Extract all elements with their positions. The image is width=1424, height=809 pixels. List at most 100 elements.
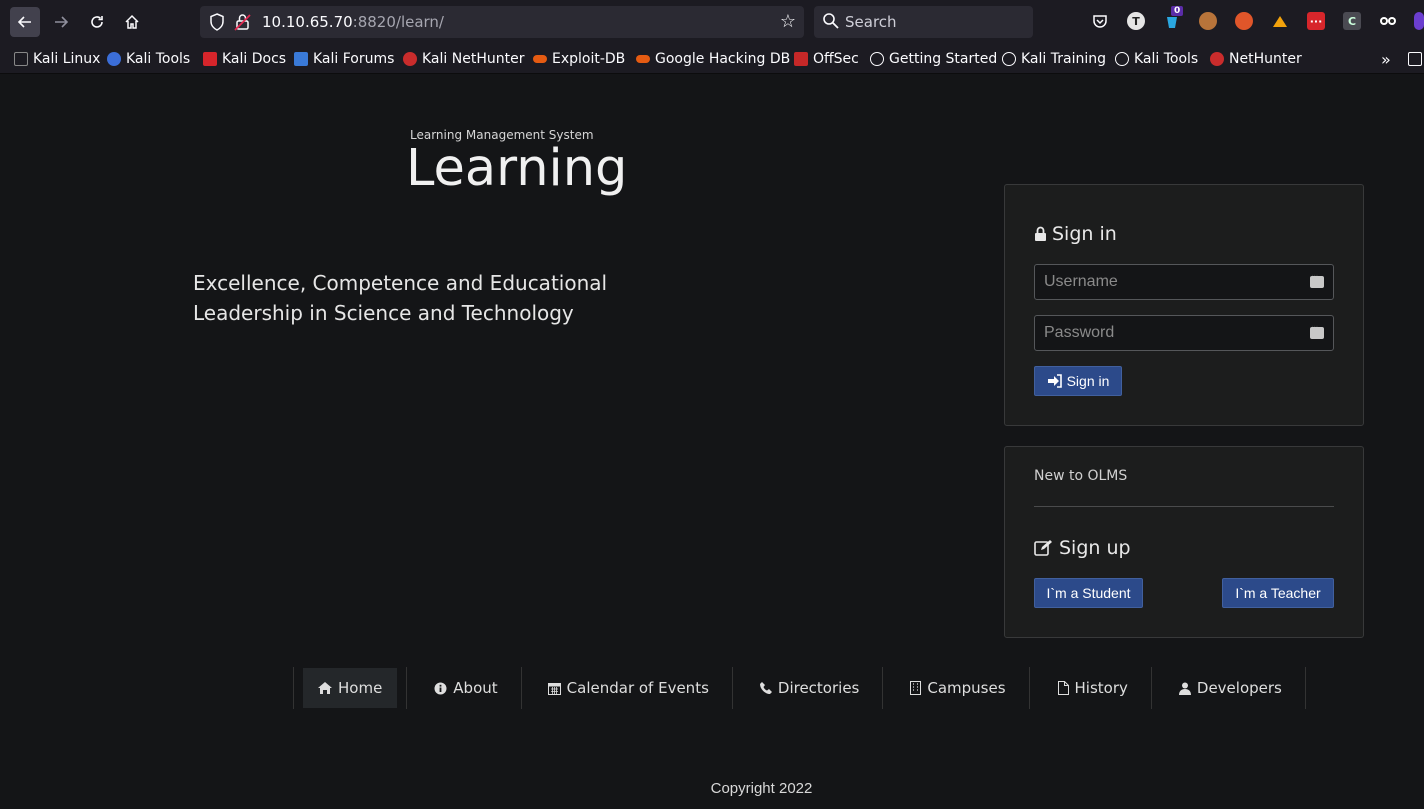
nav-label: Developers [1196,679,1282,697]
url-bar[interactable]: 10.10.65.70:8820/learn/ ☆ [200,6,804,38]
wappalyzer-icon[interactable] [1271,12,1289,30]
signin-panel: Sign in Sign in [1004,184,1364,426]
bookmarks-overflow-icon[interactable]: » [1381,49,1391,69]
signin-button[interactable]: Sign in [1034,366,1122,396]
bookmark-kali-tools-2[interactable]: Kali Tools [1115,49,1198,69]
nav-directories[interactable]: Directories [733,667,884,709]
password-manager-icon[interactable] [1310,322,1324,339]
bookmark-label: Google Hacking DB [655,51,791,67]
bookmark-label: OffSec [813,51,859,67]
other-bookmarks-folder-icon[interactable] [1408,49,1424,69]
bookmark-label: Kali NetHunter [422,51,525,67]
nav-label: Home [338,679,383,697]
extension-eyes-icon[interactable] [1379,12,1397,30]
signin-heading: Sign in [1034,223,1117,245]
fox-extension-icon[interactable] [1235,12,1253,30]
bookmark-kali-nethunter[interactable]: Kali NetHunter [403,49,524,69]
signin-heading-text: Sign in [1052,223,1117,245]
extension-red-icon[interactable]: ··· [1307,12,1325,30]
extension-t-icon[interactable]: T [1127,12,1145,30]
teacher-button-label: I`m a Teacher [1235,585,1321,601]
nav-campuses[interactable]: Campuses [883,667,1030,709]
forward-button[interactable] [46,7,76,37]
nav-home[interactable]: Home [294,667,408,709]
phone-icon [759,682,772,694]
lock-icon [1035,226,1046,241]
bookmark-kali-training[interactable]: Kali Training [1002,49,1106,69]
reload-button[interactable] [82,7,112,37]
exploit-db-icon [533,55,547,63]
username-field[interactable] [1034,264,1334,300]
brand-title: Learning [406,139,628,198]
url-path: :8820/learn/ [352,13,444,31]
file-icon [1057,681,1069,695]
bookmark-label: Kali Linux [33,51,101,67]
extension-badge-icon[interactable]: 0 [1163,6,1184,30]
search-placeholder: Search [845,13,897,31]
kali-forums-icon [294,52,308,66]
bookmark-offsec[interactable]: OffSec [794,49,859,69]
copyright-text: Copyright 2022 [710,780,813,797]
nav-history[interactable]: History [1030,667,1152,709]
home-button[interactable] [117,7,147,37]
kali-dragon-icon [14,52,28,66]
back-button[interactable] [10,7,40,37]
browser-toolbar: 10.10.65.70:8820/learn/ ☆ Search T 0 ···… [0,0,1424,44]
calendar-icon [547,682,561,695]
extension-badge-count: 0 [1171,6,1184,16]
bookmark-google-hacking-db[interactable]: Google Hacking DB [636,49,790,69]
insecure-lock-icon [234,14,251,31]
bookmark-label: Kali Training [1021,51,1106,67]
bookmark-label: Exploit-DB [552,51,626,67]
password-field[interactable] [1034,315,1334,351]
nav-calendar-of-events[interactable]: Calendar of Events [522,667,733,709]
building-icon [910,681,922,695]
extension-purple-icon[interactable] [1414,12,1424,30]
cookie-icon[interactable] [1199,12,1217,30]
nav-label: About [453,679,498,697]
bookmark-kali-tools[interactable]: Kali Tools [107,49,190,69]
tagline: Excellence, Competence and Educational L… [193,271,608,325]
bookmark-kali-forums[interactable]: Kali Forums [294,49,394,69]
teacher-signup-button[interactable]: I`m a Teacher [1222,578,1334,608]
nethunter-icon [403,52,417,66]
student-button-label: I`m a Student [1046,585,1131,601]
username-input[interactable] [1035,265,1305,299]
bookmark-kali-linux[interactable]: Kali Linux [14,49,100,69]
user-icon [1178,682,1191,695]
nav-label: Calendar of Events [566,679,709,697]
bookmark-label: Kali Forums [313,51,395,67]
sign-in-icon [1047,374,1062,388]
globe-icon [1002,52,1016,66]
password-input[interactable] [1035,316,1305,350]
student-signup-button[interactable]: I`m a Student [1034,578,1143,608]
url-host: 10.10.65.70 [262,13,353,31]
footer-nav: Home About Calendar of Events Directorie… [293,667,1306,709]
signin-button-label: Sign in [1066,373,1110,389]
globe-icon [870,52,884,66]
bookmark-label: Kali Tools [1134,51,1199,67]
bookmark-label: Kali Docs [222,51,287,67]
nav-label: History [1074,679,1128,697]
extension-c-icon[interactable]: C [1343,12,1361,30]
pocket-icon[interactable] [1091,12,1109,30]
password-manager-icon[interactable] [1310,271,1324,288]
nav-about[interactable]: About [407,667,522,709]
signup-heading-text: Sign up [1059,537,1131,559]
search-bar[interactable]: Search [814,6,1033,38]
nav-developers[interactable]: Developers [1152,667,1306,709]
forward-arrow-icon [55,16,69,28]
bookmark-label: NetHunter [1229,51,1302,67]
kali-tools-icon [107,52,121,66]
url-text: 10.10.65.70:8820/learn/ [262,13,444,31]
bookmark-kali-docs[interactable]: Kali Docs [203,49,286,69]
search-icon [823,13,839,29]
bookmark-nethunter[interactable]: NetHunter [1210,49,1302,69]
signup-panel: New to OLMS Sign up I`m a Student I`m a … [1004,446,1364,638]
offsec-icon [794,52,808,66]
bookmark-star-icon[interactable]: ☆ [780,11,796,32]
bookmark-getting-started[interactable]: Getting Started [870,49,997,69]
info-icon [434,682,447,695]
bookmark-exploit-db[interactable]: Exploit-DB [533,49,625,69]
divider [1034,506,1334,507]
